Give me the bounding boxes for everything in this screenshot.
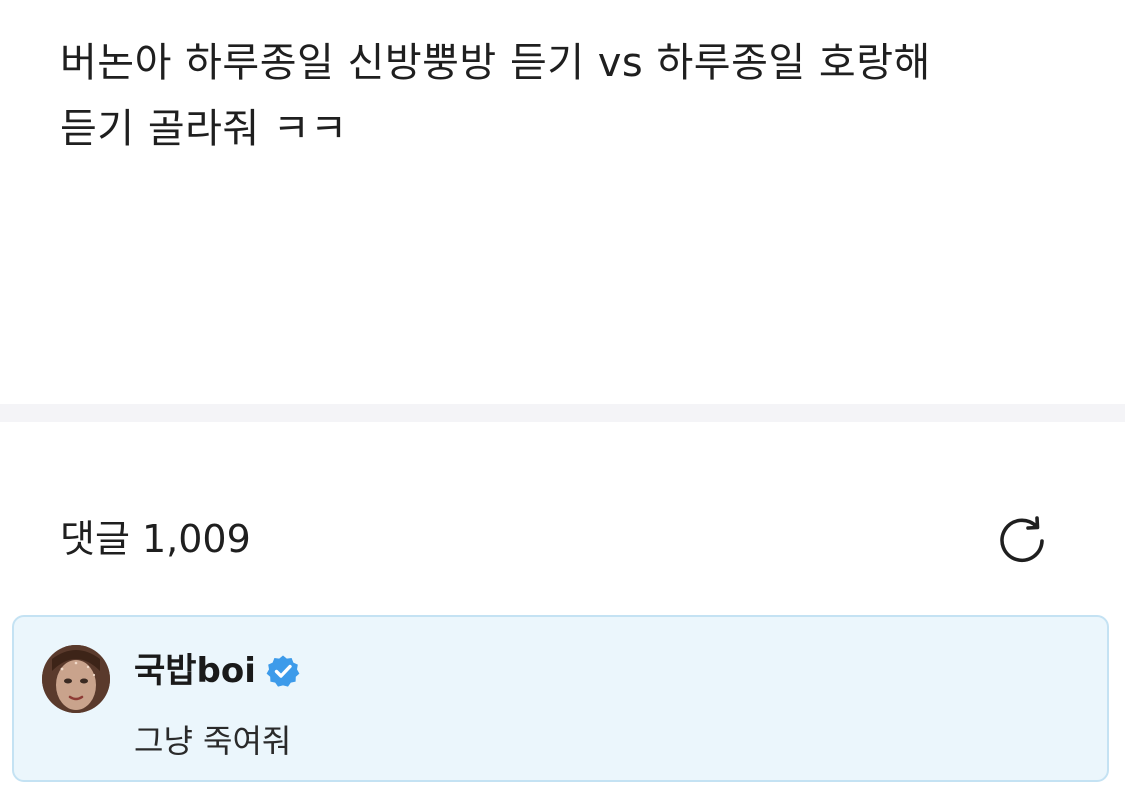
- refresh-icon: [1000, 516, 1044, 563]
- verified-badge-icon: [266, 655, 300, 687]
- comment-author-row: 국밥boi: [134, 647, 300, 695]
- comments-header: 댓글 1,009: [0, 422, 1125, 612]
- comment-item[interactable]: 국밥boi 그냥 죽여줘: [12, 615, 1109, 782]
- refresh-button[interactable]: [990, 508, 1054, 572]
- post-body-text: 버논아 하루종일 신방뿡방 듣기 vs 하루종일 호랑해 듣기 골라줘 ㅋㅋ: [60, 40, 931, 152]
- avatar[interactable]: [42, 645, 110, 713]
- post-content: 버논아 하루종일 신방뿡방 듣기 vs 하루종일 호랑해 듣기 골라줘 ㅋㅋ: [0, 0, 1125, 404]
- comment-author-name[interactable]: 국밥boi: [134, 647, 256, 695]
- comments-count-title: 댓글 1,009: [60, 517, 251, 561]
- comment-text: 그냥 죽여줘: [134, 722, 292, 760]
- section-divider: [0, 404, 1125, 422]
